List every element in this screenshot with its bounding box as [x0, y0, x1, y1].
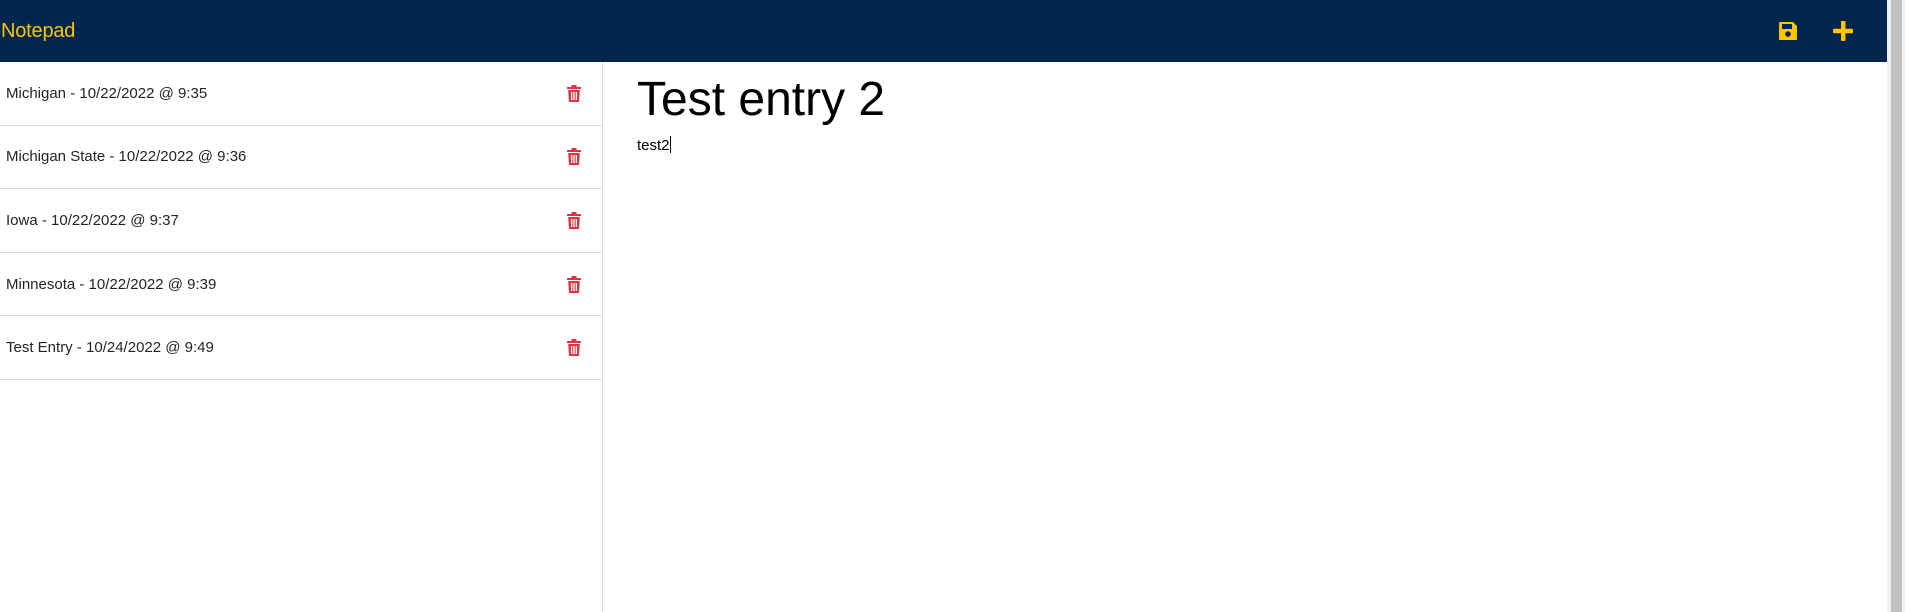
text-caret [669, 136, 671, 154]
note-list-item[interactable]: Test Entry - 10/24/2022 @ 9:49 [0, 316, 602, 380]
plus-icon [1833, 21, 1853, 41]
note-body-text: test2 [637, 137, 670, 155]
trash-icon [567, 148, 581, 166]
note-item-label: Minnesota - 10/22/2022 @ 9:39 [6, 275, 217, 293]
note-list-item[interactable]: Michigan State - 10/22/2022 @ 9:36 [0, 126, 602, 190]
trash-icon [567, 339, 581, 357]
delete-note-button[interactable] [566, 147, 582, 167]
note-item-label: Test Entry - 10/24/2022 @ 9:49 [6, 339, 214, 357]
note-list-item[interactable]: Iowa - 10/22/2022 @ 9:37 [0, 189, 602, 253]
note-item-label: Michigan - 10/22/2022 @ 9:35 [6, 84, 208, 102]
note-list: Michigan - 10/22/2022 @ 9:35 Michigan St… [0, 62, 602, 380]
delete-note-button[interactable] [566, 210, 582, 230]
trash-icon [567, 275, 581, 293]
nav-actions [1774, 0, 1887, 62]
trash-icon [567, 211, 581, 229]
floppy-disk-icon [1779, 22, 1797, 40]
note-item-label: Iowa - 10/22/2022 @ 9:37 [6, 211, 179, 229]
save-note-button[interactable] [1774, 17, 1802, 45]
delete-note-button[interactable] [566, 338, 582, 358]
delete-note-button[interactable] [566, 83, 582, 103]
notes-sidebar: Michigan - 10/22/2022 @ 9:35 Michigan St… [0, 62, 603, 612]
note-list-item[interactable]: Michigan - 10/22/2022 @ 9:35 [0, 62, 602, 126]
notepad-app: Notepad Michigan - 10/22/2022 @ 9:35 Mic… [0, 0, 1905, 612]
new-note-button[interactable] [1829, 17, 1857, 45]
note-editor: Test entry 2 test2 [604, 62, 1887, 612]
scrollbar-thumb[interactable] [1891, 0, 1902, 612]
delete-note-button[interactable] [566, 274, 582, 294]
page-scrollbar[interactable] [1887, 0, 1905, 612]
note-item-label: Michigan State - 10/22/2022 @ 9:36 [6, 148, 247, 166]
trash-icon [567, 84, 581, 102]
navbar: Notepad [0, 0, 1887, 62]
note-body-textarea[interactable]: test2 [637, 136, 1887, 154]
note-title-input[interactable]: Test entry 2 [637, 72, 1887, 127]
note-list-item[interactable]: Minnesota - 10/22/2022 @ 9:39 [0, 253, 602, 317]
brand-title[interactable]: Notepad [0, 20, 75, 43]
